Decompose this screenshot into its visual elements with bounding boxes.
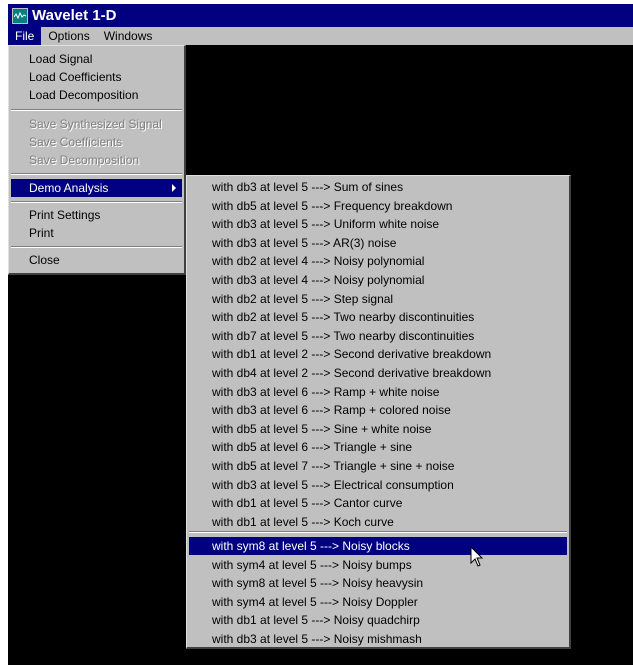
- menu-separator: [189, 531, 567, 533]
- demo-menu-item[interactable]: with db3 at level 5 ---> Noisy mishmash: [189, 630, 567, 648]
- menu-separator: [11, 173, 182, 175]
- menu-item-load-coefficients[interactable]: Load Coefficients: [11, 68, 182, 86]
- menu-item-save-coefficients: Save Coefficients: [29, 135, 123, 149]
- menu-item-save-synthesized-signal: Save Synthesized Signal: [29, 117, 162, 131]
- demo-menu-item[interactable]: with db5 at level 5 ---> Sine + white no…: [189, 420, 567, 438]
- menu-separator: [11, 246, 182, 248]
- demo-menu-item[interactable]: with db1 at level 5 ---> Koch curve: [189, 513, 567, 531]
- demo-menu-item[interactable]: with db3 at level 5 ---> AR(3) noise: [189, 234, 567, 252]
- menu-windows[interactable]: Windows: [97, 27, 160, 45]
- demo-menu-item[interactable]: with sym8 at level 5 ---> Noisy blocks: [189, 537, 567, 555]
- menu-item-demo-analysis-label: Demo Analysis: [29, 181, 109, 195]
- menu-file[interactable]: File: [8, 27, 42, 45]
- demo-menu-item[interactable]: with db5 at level 7 ---> Triangle + sine…: [189, 457, 567, 475]
- demo-menu-item[interactable]: with db1 at level 5 ---> Cantor curve: [189, 494, 567, 512]
- demo-menu-item[interactable]: with sym4 at level 5 ---> Noisy Doppler: [189, 593, 567, 611]
- demo-menu-item[interactable]: with db5 at level 5 ---> Frequency break…: [189, 197, 567, 215]
- menu-item-print-settings[interactable]: Print Settings: [11, 206, 182, 224]
- demo-menu-item[interactable]: with db3 at level 6 ---> Ramp + colored …: [189, 401, 567, 419]
- demo-menu-item[interactable]: with db4 at level 2 ---> Second derivati…: [189, 364, 567, 382]
- menu-item-close[interactable]: Close: [11, 251, 182, 269]
- demo-menu-item[interactable]: with db3 at level 5 ---> Sum of sines: [189, 178, 567, 196]
- demo-menu-item[interactable]: with db2 at level 4 ---> Noisy polynomia…: [189, 252, 567, 270]
- app-window: Wavelet 1-D File Options Windows Load Si…: [8, 4, 633, 665]
- demo-menu-item[interactable]: with sym8 at level 5 ---> Noisy heavysin: [189, 574, 567, 592]
- window-title: Wavelet 1-D: [32, 7, 117, 24]
- menu-bar: File Options Windows: [8, 27, 633, 45]
- menu-options[interactable]: Options: [41, 27, 96, 45]
- demo-menu-item[interactable]: with db2 at level 5 ---> Two nearby disc…: [189, 308, 567, 326]
- menu-item-print[interactable]: Print: [11, 224, 182, 242]
- title-bar[interactable]: Wavelet 1-D: [8, 4, 633, 27]
- demo-menu-item[interactable]: with db3 at level 5 ---> Uniform white n…: [189, 215, 567, 233]
- demo-menu-item[interactable]: with db1 at level 2 ---> Second derivati…: [189, 345, 567, 363]
- menu-separator: [11, 109, 182, 111]
- demo-menu-item[interactable]: with db3 at level 4 ---> Noisy polynomia…: [189, 271, 567, 289]
- demo-menu-item[interactable]: with db3 at level 5 ---> Electrical cons…: [189, 476, 567, 494]
- demo-menu-item[interactable]: with db7 at level 5 ---> Two nearby disc…: [189, 327, 567, 345]
- demo-menu-item[interactable]: with sym4 at level 5 ---> Noisy bumps: [189, 556, 567, 574]
- menu-separator: [11, 201, 182, 203]
- menu-item-load-decomposition[interactable]: Load Decomposition: [11, 86, 182, 104]
- menu-item-load-signal[interactable]: Load Signal: [11, 50, 182, 68]
- submenu-arrow-icon: [172, 184, 176, 192]
- demo-menu-item[interactable]: with db3 at level 6 ---> Ramp + white no…: [189, 383, 567, 401]
- demo-menu-item[interactable]: with db5 at level 6 ---> Triangle + sine: [189, 438, 567, 456]
- wavelet-app-icon: [12, 7, 28, 24]
- demo-menu-item[interactable]: with db2 at level 5 ---> Step signal: [189, 290, 567, 308]
- demo-menu-item[interactable]: with db1 at level 5 ---> Noisy quadchirp: [189, 611, 567, 629]
- menu-item-save-decomposition: Save Decomposition: [29, 153, 140, 167]
- file-menu: Load Signal Load Coefficients Load Decom…: [8, 45, 186, 275]
- mouse-pointer-icon: [470, 546, 484, 567]
- demo-analysis-submenu: with db3 at level 5 ---> Sum of sines wit…: [186, 175, 571, 649]
- menu-item-demo-analysis[interactable]: Demo Analysis: [11, 179, 182, 197]
